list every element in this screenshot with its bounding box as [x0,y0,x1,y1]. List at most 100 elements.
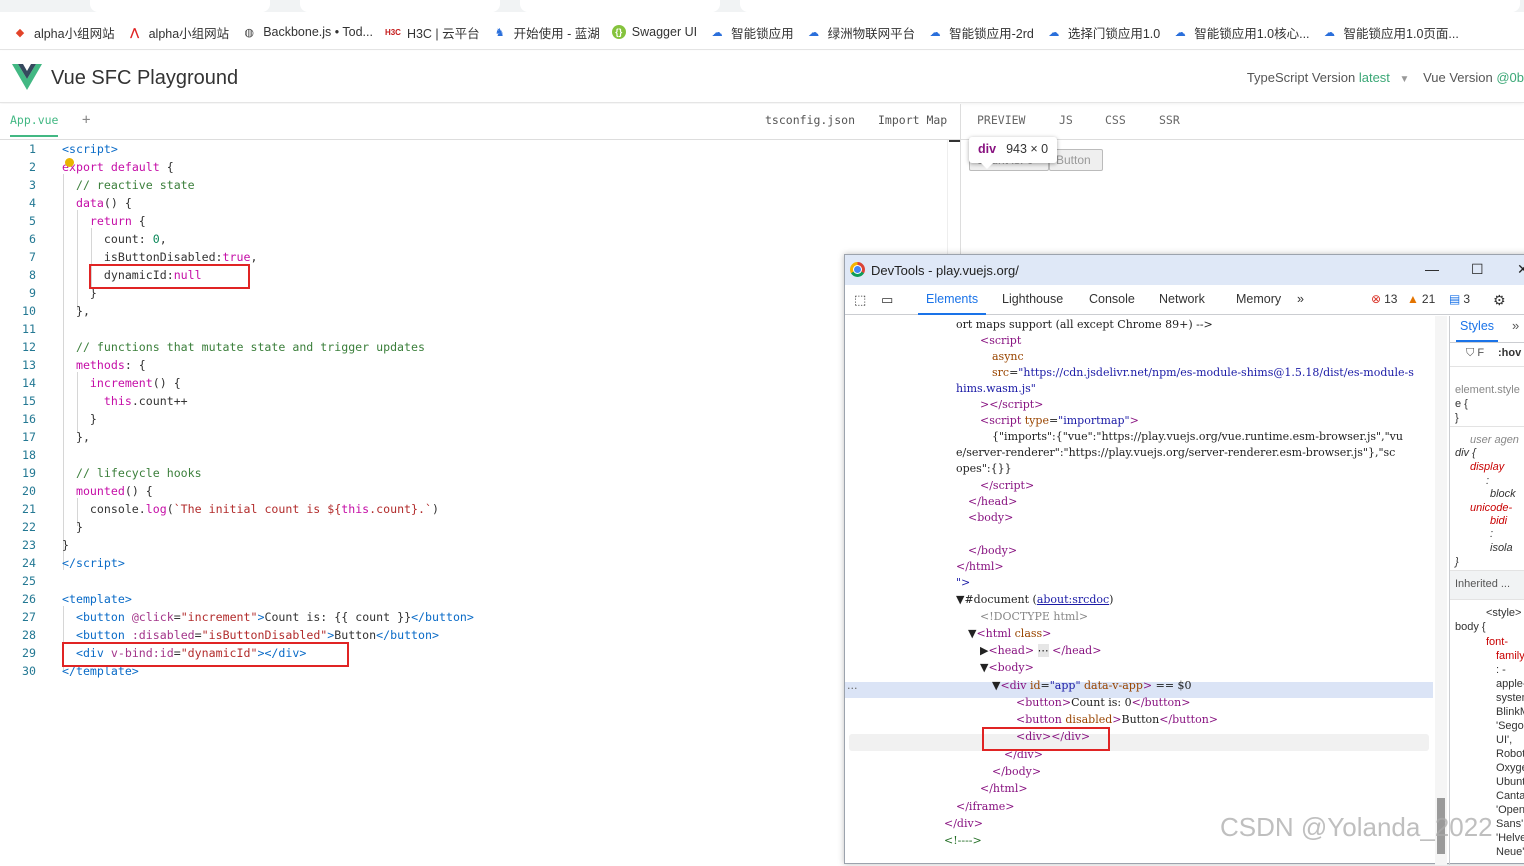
tab-memory[interactable]: Memory [1236,292,1281,306]
dom-line: </body> [968,544,1018,557]
bookmark-item[interactable]: ☁ 智能锁应用 [709,20,794,44]
dom-line: <script type="importmap"> [980,414,1139,427]
style-rule: 'Helve [1496,832,1524,844]
bookmark-item[interactable]: ⋀ alpha小组网站 [127,20,229,44]
bookmark-item[interactable]: ♞ 开始使用 - 蓝湖 [492,20,600,44]
tab-import-map[interactable]: Import Map [878,113,947,127]
close-icon[interactable]: ✕ [1517,261,1524,278]
line-number: 1 [29,142,36,156]
tab-styles[interactable]: Styles [1455,319,1499,342]
dom-line: ▶<head> ⋯ </head> [980,644,1102,657]
line-number: 23 [22,538,36,552]
tab-ssr[interactable]: SSR [1159,113,1180,127]
ts-version-select[interactable]: latest [1359,70,1390,85]
code-line: } [62,538,69,552]
node-menu-icon[interactable]: ··· [847,682,858,695]
devtools-title: DevTools - play.vuejs.org/ [871,263,1019,278]
code-line: }, [62,430,90,444]
bookmark-item[interactable]: ◍ Backbone.js • Tod... [241,20,373,44]
bookmark-item[interactable]: ☁ 智能锁应用1.0页面... [1322,20,1459,44]
elements-scrollbar[interactable] [1435,316,1447,865]
chrome-icon [850,262,865,277]
devtools-titlebar[interactable]: DevTools - play.vuejs.org/ — ☐ ✕ [845,255,1524,285]
dom-line: <!----> [944,834,982,847]
tab-tsconfig[interactable]: tsconfig.json [765,113,855,127]
code-line: <template> [62,592,132,606]
warning-count[interactable]: ▲ 21 [1407,292,1435,306]
chevron-down-icon[interactable]: ▼ [1400,74,1410,85]
error-count[interactable]: ⊗ 13 [1371,292,1397,306]
vue-version-select[interactable]: @0b [1496,70,1524,85]
line-number: 11 [22,322,36,336]
ts-version-label: TypeScript Version [1246,70,1356,85]
code-line: methods: { [75,358,146,372]
gear-icon[interactable]: ⚙ [1493,292,1506,309]
gitlab-icon: ◆ [15,26,25,39]
dom-line: ▼#document (about:srcdoc) [956,593,1114,606]
more-tabs-icon[interactable]: » [1297,292,1304,306]
dom-line: ▼<body> [980,661,1034,674]
elements-tree[interactable]: ··· ort maps support (all except Chrome … [845,316,1435,866]
filter-icon[interactable]: ⛉ F [1466,347,1484,360]
dom-line: ort maps support (all except Chrome 89+)… [956,318,1213,331]
bookmark-item[interactable]: ☁ 智能锁应用-2rd [927,20,1034,44]
line-number: 16 [22,412,36,426]
style-rule: isola [1490,542,1513,554]
bookmark-item[interactable]: ☁ 绿洲物联网平台 [806,20,915,44]
line-number: 22 [22,520,36,534]
tab-preview[interactable]: PREVIEW [977,113,1025,127]
style-rule: bidi [1490,515,1508,527]
tab-network[interactable]: Network [1159,292,1205,306]
bookmark-item[interactable]: ☁ 智能锁应用1.0核心... [1172,20,1310,44]
inspect-element-icon[interactable]: ⬚ [854,292,866,308]
tab-js[interactable]: JS [1059,113,1073,127]
cloud-icon: ☁ [1048,26,1060,39]
minimize-icon[interactable]: — [1425,261,1439,277]
tab-css[interactable]: CSS [1105,113,1126,127]
bookmark-item[interactable]: ◆ alpha小组网站 [12,20,115,44]
style-rule: div { [1455,447,1476,459]
style-rule: Neue' [1496,846,1524,858]
line-number: 19 [22,466,36,480]
style-rule: : [1486,475,1490,487]
cloud-icon: ☁ [1174,26,1186,39]
message-icon: ▤ [1449,292,1461,306]
hover-state-toggle[interactable]: :hov [1498,347,1521,359]
bookmark-item[interactable]: H3C H3C | 云平台 [385,20,480,44]
line-number: 14 [22,376,36,390]
highlight-box [89,264,250,289]
bookmark-item[interactable]: ☁ 选择门锁应用1.0 [1046,20,1160,44]
more-panels-icon[interactable]: » [1512,318,1519,333]
tab-elements[interactable]: Elements [917,292,987,315]
code-line: this.count++ [103,394,188,408]
line-number: 8 [29,268,36,282]
antdesign-icon: ⋀ [129,26,140,39]
line-number: 13 [22,358,36,372]
code-line: // functions that mutate state and trigg… [75,340,425,354]
vue-version-label: Vue Version [1423,70,1493,85]
code-line: // reactive state [75,178,195,192]
style-rule: Robot [1496,748,1524,760]
cloud-icon: ☁ [711,26,723,39]
message-count[interactable]: ▤ 3 [1449,292,1470,306]
line-number: 17 [22,430,36,444]
devtools-toolbar: ⬚ ▭ Elements Lighthouse Console Network … [845,285,1524,315]
code-editor[interactable]: 1 2 3 4 5 6 7 8 9 10 11 12 13 14 15 16 17 18 19 20 21 22 23 24 2… [0,140,960,855]
dom-line: </div> [944,817,983,830]
tab-lighthouse[interactable]: Lighthouse [1002,292,1063,306]
add-file-button[interactable]: + [82,112,90,128]
style-rule: font- [1486,636,1509,648]
cloud-icon: ☁ [808,26,820,39]
code-line: } [62,412,97,426]
dom-line: </html> [956,560,1004,573]
lightbulb-icon[interactable] [65,158,74,167]
device-toolbar-icon[interactable]: ▭ [881,292,893,308]
hovered-node-highlight [849,734,1429,751]
style-rule: } [1455,556,1459,568]
lanhu-icon: ♞ [494,26,505,39]
tab-console[interactable]: Console [1089,292,1135,306]
editor-file-tabs: App.vue + tsconfig.json Import Map [0,104,960,140]
tab-app-vue[interactable]: App.vue [10,113,59,137]
bookmark-item[interactable]: {} Swagger UI [611,20,697,44]
maximize-icon[interactable]: ☐ [1471,261,1484,278]
